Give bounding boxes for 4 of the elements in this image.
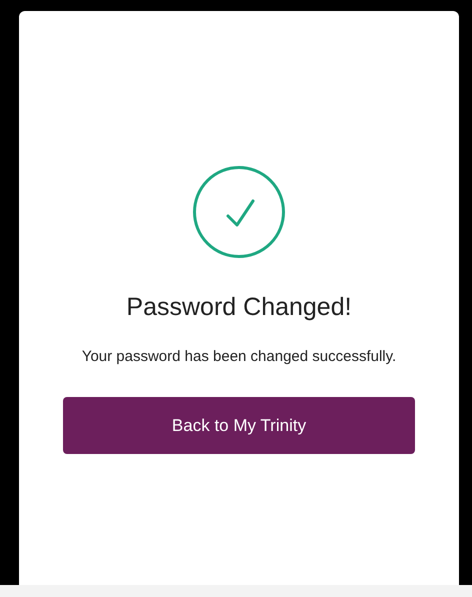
back-button[interactable]: Back to My Trinity: [63, 397, 415, 454]
check-circle-icon: [193, 166, 285, 258]
success-message: Your password has been changed successfully.: [82, 347, 396, 367]
title: Password Changed!: [126, 292, 352, 322]
